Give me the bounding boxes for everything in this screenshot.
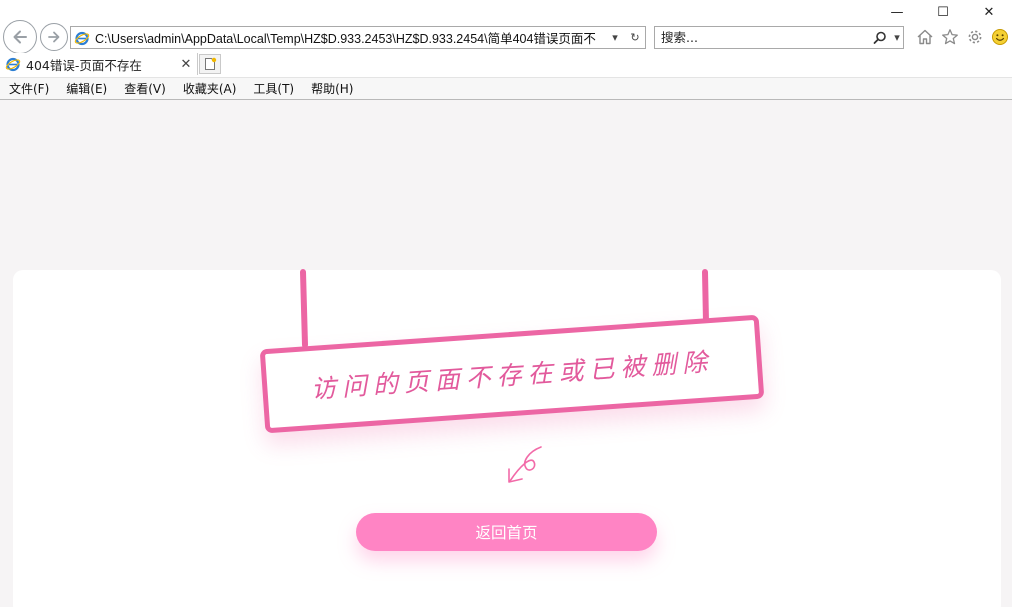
tab-bar: 404错误-页面不存在 ✕ [0,53,1012,75]
window-controls: — ☐ ✕ [874,0,1012,24]
gear-icon [968,30,981,43]
tab-close-button[interactable]: ✕ [178,57,194,72]
toolbar-icons [914,26,1010,47]
smiley-icon [991,28,1008,45]
tab-title: 404错误-页面不存在 [26,57,142,73]
search-icon [873,31,886,44]
minimize-button[interactable]: — [874,0,920,24]
search-button[interactable] [869,27,891,48]
search-box: ▾ [654,26,904,49]
address-url: C:\Users\admin\AppData\Local\Temp\HZ$D.9… [95,32,596,46]
refresh-button[interactable]: ↻ [625,27,645,48]
menu-help[interactable]: 帮助(H) [302,80,361,97]
forward-arrow-icon [48,31,60,43]
search-input[interactable] [655,30,869,45]
address-dropdown-button[interactable]: ▾ [605,27,625,48]
back-arrow-icon [13,30,27,44]
maximize-button[interactable]: ☐ [920,0,966,24]
menu-edit[interactable]: 编辑(E) [57,80,115,97]
home-icon [917,29,932,44]
ie-logo-icon [5,57,21,72]
search-dropdown-button[interactable]: ▾ [891,27,903,48]
forward-button[interactable] [40,23,68,51]
browser-chrome: — ☐ ✕ C:\Users\admin\AppData\Local\Temp\… [0,0,1012,100]
new-tab-button[interactable] [199,54,221,74]
tab-404-page[interactable]: 404错误-页面不存在 ✕ [0,53,198,75]
return-home-button[interactable]: 返回首页 [356,513,657,551]
menu-favorites[interactable]: 收藏夹(A) [174,80,245,97]
star-icon [941,28,958,44]
ie-logo-icon [74,31,90,45]
menu-file[interactable]: 文件(F) [0,80,57,97]
settings-button[interactable] [964,26,985,47]
error-message: 访问的页面不存在或已被删除 [310,346,715,405]
back-button[interactable] [3,20,37,54]
menu-tools[interactable]: 工具(T) [244,80,302,97]
home-button[interactable] [914,26,935,47]
close-window-button[interactable]: ✕ [966,0,1012,24]
feedback-button[interactable] [989,26,1010,47]
menu-bar: 文件(F) 编辑(E) 查看(V) 收藏夹(A) 工具(T) 帮助(H) [0,77,1012,99]
favorites-button[interactable] [939,26,960,47]
content-card [13,270,1001,607]
address-bar[interactable]: C:\Users\admin\AppData\Local\Temp\HZ$D.9… [70,26,646,49]
new-tab-icon [205,57,217,70]
menu-view[interactable]: 查看(V) [115,80,174,97]
